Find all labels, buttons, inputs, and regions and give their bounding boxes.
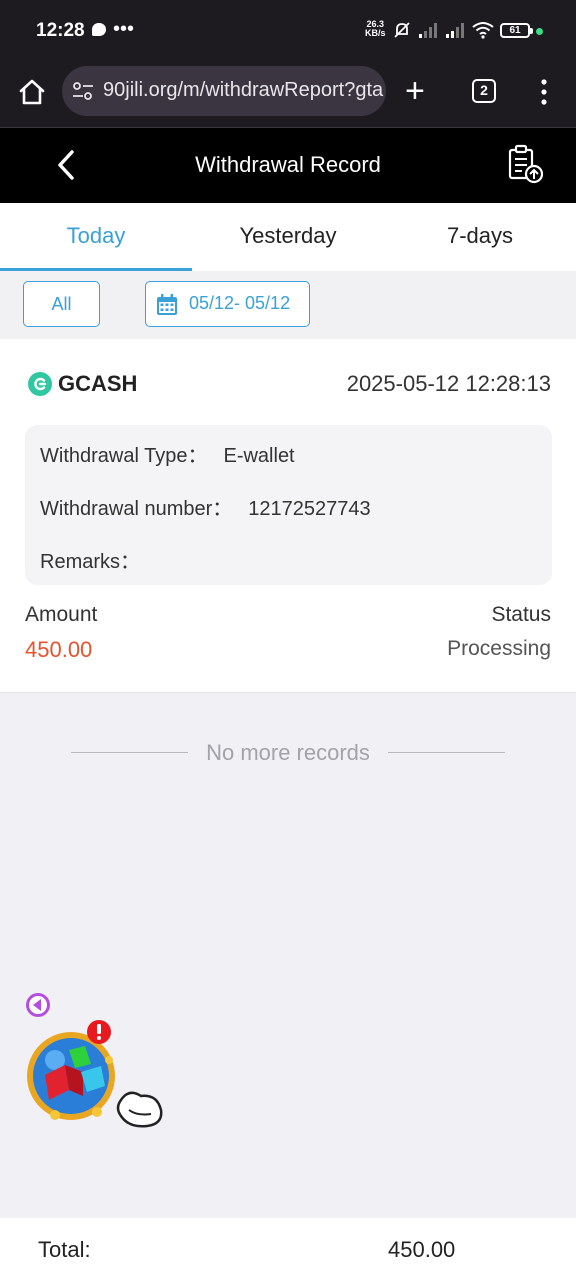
all-filter-button[interactable]: All	[23, 281, 100, 327]
active-indicator-icon	[536, 28, 543, 35]
wifi-icon	[472, 22, 494, 39]
no-more-records-text: No more records	[206, 740, 370, 765]
collapse-widget-icon[interactable]	[25, 992, 51, 1018]
total-footer: Total: 450.00	[0, 1218, 576, 1280]
network-speed-unit: KB/s	[365, 28, 386, 38]
signal-icon	[419, 23, 437, 38]
app-header: Withdrawal Record	[0, 128, 576, 203]
new-tab-icon[interactable]: +	[405, 74, 425, 108]
calendar-icon	[157, 294, 177, 315]
withdrawal-number-row: Withdrawal number： 12172527743	[40, 492, 371, 521]
network-speed: 26.3 KB/s	[365, 20, 386, 38]
withdrawal-type-row: Withdrawal Type： E-wallet	[40, 439, 295, 468]
total-label: Total:	[38, 1237, 91, 1262]
site-settings-icon[interactable]	[72, 81, 94, 101]
browser-menu-icon[interactable]	[541, 78, 547, 106]
amount-label: Amount	[25, 603, 98, 626]
date-range-button[interactable]: 05/12- 05/12	[145, 281, 310, 327]
amount-value: 450.00	[25, 637, 93, 662]
filter-bar: All 05/12- 05/12	[0, 271, 576, 339]
gcash-logo-icon	[28, 372, 52, 396]
page-title: Withdrawal Record	[195, 152, 381, 177]
status-value: Processing	[447, 637, 551, 660]
tab-today[interactable]: Today	[0, 203, 192, 271]
withdrawal-record-card: GCASH 2025-05-12 12:28:13 Withdrawal Typ…	[0, 339, 576, 693]
no-more-records: No more records	[0, 738, 576, 768]
withdrawal-number-label: Withdrawal number：	[40, 498, 233, 520]
divider-right	[388, 752, 505, 753]
mute-icon	[394, 22, 410, 38]
game-promo-icon[interactable]	[25, 1020, 165, 1132]
tab-7-days[interactable]: 7-days	[384, 203, 576, 271]
payment-method: GCASH	[58, 371, 138, 396]
withdrawal-type-label: Withdrawal Type：	[40, 445, 208, 467]
record-details: Withdrawal Type： E-wallet Withdrawal numb…	[25, 425, 552, 585]
status-label: Status	[491, 603, 551, 626]
browser-toolbar: 90jili.org/m/withdrawReport?gta + 2	[0, 60, 576, 128]
more-notifications-icon: •••	[113, 18, 135, 40]
record-datetime: 2025-05-12 12:28:13	[346, 371, 551, 396]
message-notification-icon	[92, 23, 106, 36]
address-bar[interactable]: 90jili.org/m/withdrawReport?gta	[62, 66, 386, 116]
withdrawal-type-value: E-wallet	[223, 445, 295, 467]
battery-icon: 61	[500, 23, 533, 38]
home-icon[interactable]	[18, 78, 46, 106]
url-text: 90jili.org/m/withdrawReport?gta	[103, 79, 384, 101]
total-value: 450.00	[388, 1237, 456, 1262]
clipboard-upload-icon[interactable]	[506, 144, 544, 184]
date-range-text: 05/12- 05/12	[189, 293, 291, 313]
withdrawal-number-value: 12172527743	[248, 498, 371, 520]
date-tabs: Today Yesterday 7-days	[0, 203, 576, 271]
tab-switcher-icon[interactable]: 2	[472, 79, 496, 103]
signal-icon-2	[446, 23, 464, 38]
tab-yesterday[interactable]: Yesterday	[192, 203, 384, 271]
remarks-row: Remarks：	[40, 545, 156, 574]
status-time: 12:28	[36, 20, 85, 41]
status-bar: 12:28 ••• 26.3 KB/s 61	[0, 0, 576, 60]
remarks-label: Remarks：	[40, 551, 141, 573]
